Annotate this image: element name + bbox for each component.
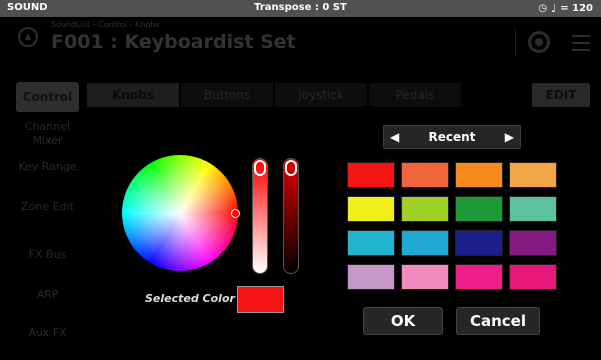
color-swatch[interactable] [401, 230, 449, 256]
color-swatch[interactable] [455, 230, 503, 256]
color-swatch[interactable] [509, 196, 557, 222]
color-swatch[interactable] [455, 196, 503, 222]
sidebar-item-fx-bus[interactable]: FX Bus [16, 248, 79, 262]
recent-label: Recent [428, 130, 476, 144]
breadcrumb: SoundList - Control - Knobs [51, 20, 160, 29]
sidebar-item-arp[interactable]: ARP [16, 288, 79, 302]
sidebar-item-control[interactable]: Control [16, 82, 79, 112]
slider-handle[interactable] [254, 160, 266, 176]
tempo-display[interactable]: ◷ ♩ = 120 [538, 2, 593, 15]
color-swatch[interactable] [347, 230, 395, 256]
divider [515, 29, 516, 57]
color-wheel-handle[interactable] [231, 209, 240, 218]
color-swatch[interactable] [347, 162, 395, 188]
selected-color-label: Selected Color [145, 292, 235, 305]
tab-pedals[interactable]: Pedals [369, 83, 461, 107]
saturation-slider[interactable] [283, 158, 299, 274]
record-icon: ◷ [538, 3, 548, 14]
color-swatch[interactable] [455, 264, 503, 290]
color-swatch[interactable] [401, 162, 449, 188]
edit-button[interactable]: EDIT [532, 83, 590, 107]
page-title[interactable]: F001 : Keyboardist Set [51, 31, 296, 53]
tab-knobs[interactable]: Knobs [87, 83, 179, 107]
color-wheel[interactable] [122, 155, 238, 271]
slider-handle[interactable] [285, 160, 297, 176]
sidebar-item-key-range[interactable]: Key Range [16, 160, 79, 174]
recent-selector: ◀ Recent ▶ [383, 125, 521, 149]
tempo-icon: ♩ [551, 2, 557, 15]
sidebar-item-aux-fx[interactable]: Aux FX [16, 326, 79, 340]
sidebar-item-channel-mixer[interactable]: Channel Mixer [16, 120, 79, 148]
tab-buttons[interactable]: Buttons [181, 83, 273, 107]
color-swatch[interactable] [347, 264, 395, 290]
color-swatch[interactable] [347, 196, 395, 222]
cancel-button[interactable]: Cancel [456, 307, 540, 335]
color-swatch[interactable] [401, 264, 449, 290]
menu-icon[interactable] [572, 35, 590, 56]
header: ▲ SoundList - Control - Knobs F001 : Key… [0, 17, 601, 72]
color-swatch[interactable] [401, 196, 449, 222]
tab-joystick[interactable]: Joystick [275, 83, 367, 107]
arrow-right-icon[interactable]: ▶ [505, 130, 514, 144]
color-swatch[interactable] [509, 264, 557, 290]
ok-button[interactable]: OK [363, 307, 443, 335]
chevron-up-icon[interactable]: ▲ [18, 27, 38, 47]
status-bar: SOUND Transpose : 0 ST ◷ ♩ = 120 [0, 0, 601, 17]
color-swatch[interactable] [509, 162, 557, 188]
sidebar-item-zone-edit[interactable]: Zone Edit [16, 200, 79, 214]
tempo-value: = 120 [560, 3, 593, 14]
color-swatch[interactable] [455, 162, 503, 188]
knob-icon[interactable] [528, 31, 550, 53]
brightness-slider[interactable] [252, 158, 268, 274]
selected-color-swatch [237, 286, 284, 313]
color-swatch[interactable] [509, 230, 557, 256]
transpose-readout: Transpose : 0 ST [254, 2, 347, 13]
